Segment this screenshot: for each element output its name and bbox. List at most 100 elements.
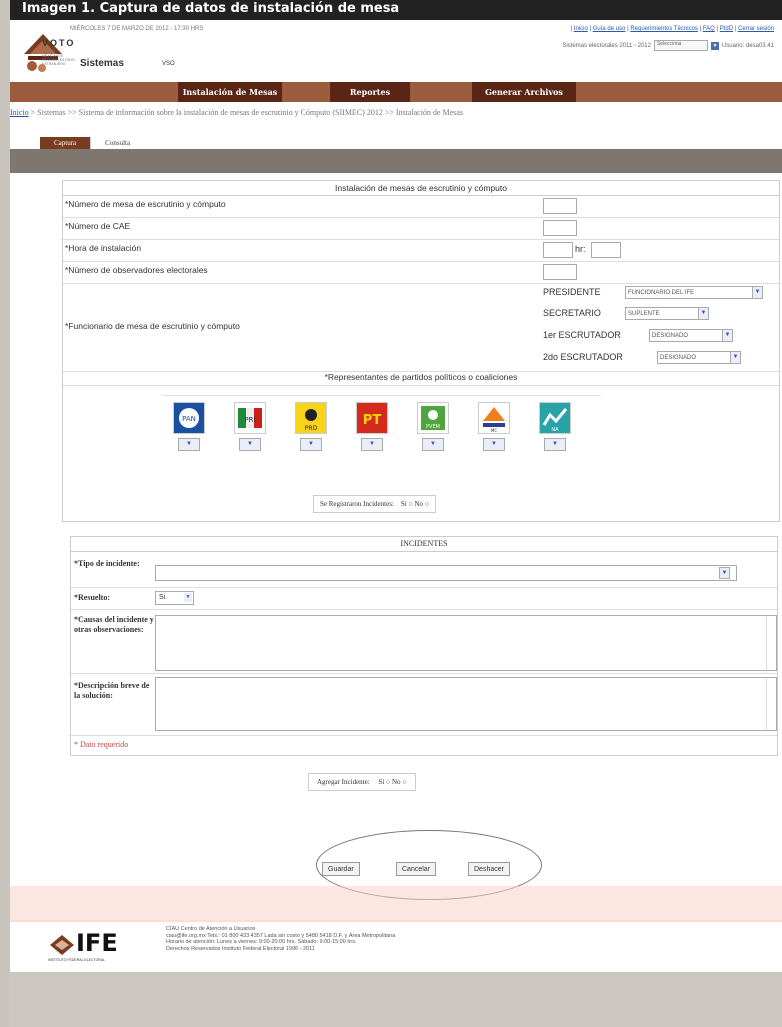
role-label-secretario: SECRETARIO [543, 308, 601, 318]
role-select-2do-escrutador[interactable]: DESIGNADO ▼ [657, 351, 741, 364]
menu-reportes[interactable]: Reportes [330, 82, 410, 102]
chevron-down-icon[interactable]: ▼ [730, 352, 740, 363]
role-select-presidente[interactable]: FUNCIONARIO DEL IFE ▼ [625, 286, 763, 299]
minutos-input[interactable] [591, 242, 621, 258]
tab-consulta[interactable]: Consulta [90, 137, 145, 149]
role-select-1er-escrutador[interactable]: DESIGNADO ▼ [649, 329, 733, 342]
agregar-label: Agregar Incidente: [317, 778, 370, 786]
chevron-down-icon[interactable]: ▼ [698, 308, 708, 319]
user-label: Usuario: desa03.41 [721, 42, 774, 49]
divider [71, 609, 777, 610]
vso-text: VSO [162, 61, 175, 67]
causas-textarea[interactable] [155, 615, 777, 671]
mesa-input[interactable] [543, 198, 577, 214]
deshacer-button[interactable]: Deshacer [468, 862, 510, 876]
incidentes-caption: INCIDENTES [71, 537, 777, 552]
link-requerimientos[interactable]: Requerimientos Técnicos [630, 26, 698, 32]
role-label-2do-escrutador: 2do ESCRUTADOR [543, 352, 623, 362]
radio-si-label: Si [400, 500, 407, 508]
observadores-input[interactable] [543, 264, 577, 280]
hr-label: hr: [575, 244, 586, 254]
sistemas-title: Sistemas [80, 58, 124, 69]
party-select-mc[interactable]: ▼ [483, 438, 505, 451]
pan-logo-icon: PAN [174, 403, 204, 433]
link-cerrar-sesion[interactable]: Cerrar sesión [738, 26, 774, 32]
ife-text: IFE [76, 929, 118, 957]
agregar-radio-no[interactable]: ○ [402, 778, 406, 786]
chevron-down-icon[interactable]: ▼ [710, 41, 719, 50]
page: Imagen 1. Captura de datos de instalació… [10, 0, 782, 1027]
link-pidd[interactable]: PIdD [720, 26, 733, 32]
representantes-label: *Representantes de partidos políticos o … [324, 372, 518, 382]
svg-text:PVEM: PVEM [426, 424, 440, 430]
link-inicio[interactable]: Inicio [574, 26, 588, 32]
tipo-incidente-select[interactable]: ▼ [155, 565, 737, 581]
chevron-down-icon[interactable]: ▼ [184, 593, 192, 602]
cancelar-button[interactable]: Cancelar [396, 862, 437, 876]
row-representantes: *Representantes de partidos políticos o … [63, 371, 779, 386]
mc-logo-icon: MC [479, 403, 509, 433]
dato-requerido: * Dato requerido [74, 740, 129, 749]
guardar-button[interactable]: Guardar [322, 862, 360, 876]
party-logo-pan: PAN [173, 402, 205, 434]
incidentes-registrados: Se Registraron Incidentes: Si ○ No ○ [313, 495, 436, 513]
party-select-pri[interactable]: ▼ [239, 438, 261, 451]
menu-instalacion-mesas[interactable]: Instalación de Mesas [178, 82, 282, 102]
role-label-presidente: PRESIDENTE [543, 287, 601, 297]
label-mesa: *Número de mesa de escrutinio y cómputo [65, 199, 226, 209]
svg-text:PRD: PRD [305, 425, 318, 432]
footer-text: CIAU Centro de Atención a Usuarios ciau@… [166, 926, 526, 952]
row-mesa: *Número de mesa de escrutinio y cómputo [63, 195, 779, 218]
chevron-down-icon[interactable]: ▼ [719, 567, 730, 579]
party-logo-prd: PRD [295, 402, 327, 434]
radio-no-label: No [414, 500, 424, 508]
party-select-pvem[interactable]: ▼ [422, 438, 444, 451]
agregar-radio-si[interactable]: ○ [386, 778, 390, 786]
party-logo-pri: PRI [234, 402, 266, 434]
ife-logo: IFE INSTITUTO FEDERAL ELECTORAL [48, 927, 138, 963]
party-select-pt[interactable]: ▼ [361, 438, 383, 451]
prd-logo-icon: PRD [296, 403, 326, 433]
radio-si[interactable]: ○ [408, 500, 412, 508]
resuelto-select[interactable]: Si ▼ [155, 591, 194, 605]
figure-title: Imagen 1. Captura de datos de instalació… [22, 1, 400, 16]
tabs: Captura Consulta [40, 137, 145, 149]
scrollbar[interactable] [766, 678, 776, 730]
role-select-secretario[interactable]: SUPLENTE ▼ [625, 307, 709, 320]
svg-text:PAN: PAN [182, 415, 196, 423]
ife-emblem-icon [50, 935, 74, 955]
party-logo-pt: PT [356, 402, 388, 434]
agregar-incidente: Agregar Incidente: Si ○ No ○ [308, 773, 416, 791]
row-observadores: *Número de observadores electorales [63, 261, 779, 284]
ife-subtext: INSTITUTO FEDERAL ELECTORAL [48, 958, 106, 962]
menu-generar-archivos[interactable]: Generar Archivos [472, 82, 576, 102]
chevron-down-icon[interactable]: ▼ [722, 330, 732, 341]
voto-logo: VOTO DE LOS MEXICANOS RESIDENTES EN EL E… [22, 32, 175, 84]
link-faq[interactable]: FAQ [703, 26, 715, 32]
breadcrumb-path: > Sistemas >> Sistema de información sob… [28, 108, 463, 117]
party-select-na[interactable]: ▼ [544, 438, 566, 451]
header: VOTO DE LOS MEXICANOS RESIDENTES EN EL E… [10, 20, 782, 80]
hora-input[interactable] [543, 242, 573, 258]
label-tipo-incidente: *Tipo de incidente: [74, 559, 140, 568]
cae-input[interactable] [543, 220, 577, 236]
chevron-down-icon[interactable]: ▼ [752, 287, 762, 298]
link-guia[interactable]: Guía de uso [593, 26, 626, 32]
sistemas-select[interactable]: Selecciona [653, 40, 708, 51]
pri-logo-icon: PRI [235, 403, 265, 433]
tab-captura[interactable]: Captura [40, 137, 91, 149]
radio-no[interactable]: ○ [425, 500, 429, 508]
descripcion-textarea[interactable] [155, 677, 777, 731]
role-label-1er-escrutador: 1er ESCRUTADOR [543, 330, 621, 340]
menubar: Instalación de Mesas Reportes Generar Ar… [10, 82, 782, 102]
bottom-band [10, 972, 782, 1027]
breadcrumb-home[interactable]: Inicio [10, 108, 29, 117]
agregar-si-label: Si [378, 778, 385, 786]
scrollbar[interactable] [766, 616, 776, 670]
voto-text: VOTO [42, 38, 76, 48]
party-select-pan[interactable]: ▼ [178, 438, 200, 451]
label-resuelto: *Resuelto: [74, 593, 110, 602]
party-grid: PAN PRI PRD PT PVEM MC NA ▼ ▼ ▼ ▼ ▼ ▼ ▼ [163, 395, 601, 454]
label-cae: *Número de CAE [65, 221, 131, 231]
party-select-prd[interactable]: ▼ [300, 438, 322, 451]
